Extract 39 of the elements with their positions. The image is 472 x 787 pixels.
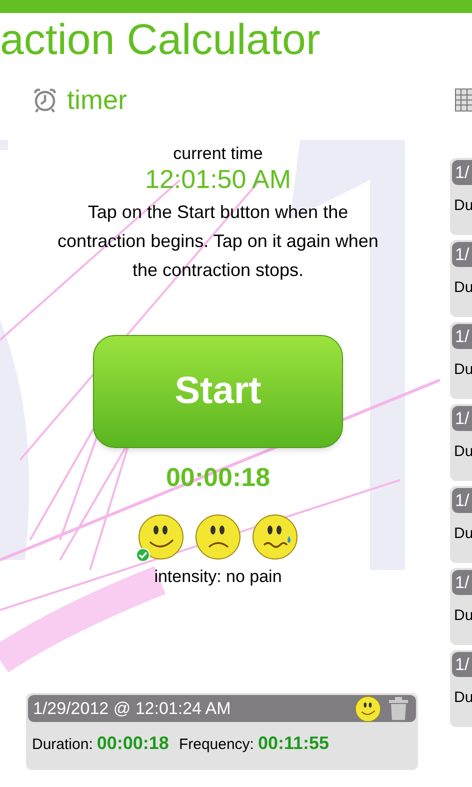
current-time: 12:01:50 AM	[145, 164, 291, 194]
duration-label: Du	[453, 279, 472, 297]
intensity-label: intensity: no pain	[154, 566, 282, 588]
history-card[interactable]: 1/ Du	[450, 404, 472, 481]
history-date: 1/	[452, 242, 472, 267]
frequency-value: 00:11:55	[258, 732, 330, 755]
app-title: action Calculator	[0, 15, 320, 66]
instructions-text: Tap on the Start button when the contraction begins. Tap on it again when the contraction stops.	[56, 201, 380, 282]
current-time-label: current time	[173, 144, 263, 164]
history-card[interactable]: 1/ Du	[450, 158, 472, 235]
grid-icon[interactable]	[455, 88, 472, 112]
history-card[interactable]: 1/ Du	[450, 322, 472, 399]
alarm-clock-icon	[32, 87, 58, 113]
history-date: 1/	[452, 488, 472, 513]
duration-value: 00:00:18	[96, 732, 169, 755]
duration-label: Du	[453, 361, 472, 379]
history-card[interactable]: 1/ Du	[450, 240, 472, 317]
duration-label: Du	[453, 197, 472, 215]
history-card[interactable]: 1/ Du	[450, 568, 472, 645]
duration-label: Du	[453, 607, 472, 625]
duration-label: Du	[453, 443, 472, 461]
history-date: 1/	[452, 324, 472, 349]
record-date: 1/29/2012 @ 12:01:24 AM	[33, 698, 232, 720]
history-card[interactable]: 1/ Du	[450, 650, 472, 727]
smiling-face-icon[interactable]	[138, 514, 184, 560]
frequency-label: Frequency:	[178, 735, 254, 755]
check-icon	[136, 548, 150, 562]
duration-label: Du	[453, 689, 472, 707]
duration-label: Duration:	[32, 735, 93, 755]
history-card[interactable]: 1/ Du	[450, 486, 472, 563]
crying-face-icon[interactable]	[252, 514, 298, 560]
elapsed-timer: 00:00:18	[166, 461, 270, 494]
history-date: 1/	[452, 652, 472, 677]
frowning-face-icon[interactable]	[195, 514, 241, 560]
history-date: 1/	[452, 406, 472, 431]
duration-label: Du	[453, 525, 472, 543]
history-date: 1/	[452, 570, 472, 595]
history-date: 1/	[452, 160, 472, 185]
smiling-face-icon	[355, 696, 381, 722]
